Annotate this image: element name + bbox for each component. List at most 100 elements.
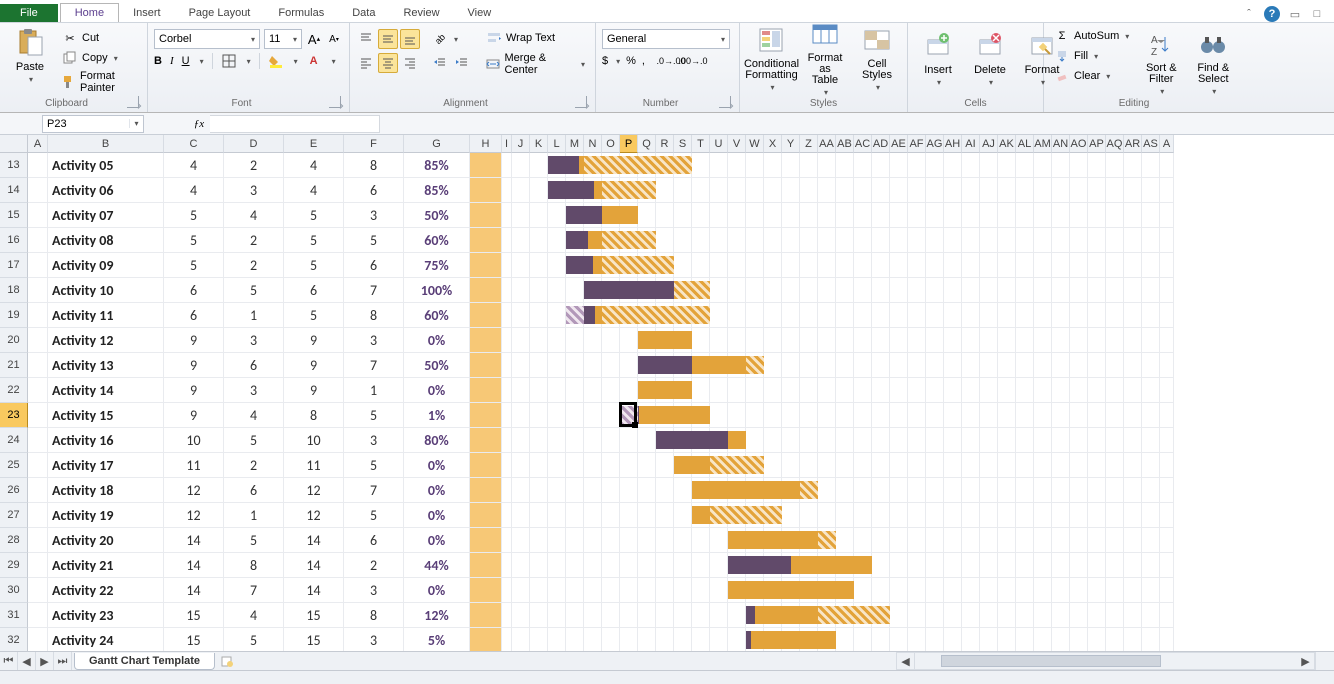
cell-U29[interactable] [710,553,728,578]
cell-AM29[interactable] [1034,553,1052,578]
paste-button[interactable]: Paste▾ [6,25,54,86]
cell-F17[interactable]: 6 [344,253,404,278]
cell-N20[interactable] [584,328,602,353]
cell-G20[interactable]: 0% [404,328,470,353]
align-bottom-button[interactable] [400,29,420,49]
cell-AS20[interactable] [1142,328,1160,353]
tab-review[interactable]: Review [389,4,453,22]
cell-AH13[interactable] [944,153,962,178]
cell-AS22[interactable] [1142,378,1160,403]
cell-AH32[interactable] [944,628,962,653]
cell-D20[interactable]: 3 [224,328,284,353]
col-header-AH[interactable]: AH [944,135,962,153]
cell-G31[interactable]: 12% [404,603,470,628]
cell-B29[interactable]: Activity 21 [48,553,164,578]
cell-AN23[interactable] [1052,403,1070,428]
alignment-launcher[interactable] [575,96,587,108]
cell-E14[interactable]: 4 [284,178,344,203]
col-header-D[interactable]: D [224,135,284,153]
cell-AL26[interactable] [1016,478,1034,503]
cell-AE22[interactable] [890,378,908,403]
cell-P28[interactable] [620,528,638,553]
font-color-icon[interactable]: A [306,53,322,69]
cell-A16[interactable] [28,228,48,253]
cell-A 24[interactable] [1160,428,1174,453]
cell-AP17[interactable] [1088,253,1106,278]
cell-P32[interactable] [620,628,638,653]
cell-AC19[interactable] [854,303,872,328]
cell-D25[interactable]: 2 [224,453,284,478]
row-header-29[interactable]: 29 [0,553,28,578]
cell-AM14[interactable] [1034,178,1052,203]
cell-AB20[interactable] [836,328,854,353]
comma-button[interactable]: , [642,55,645,67]
cell-I31[interactable] [502,603,512,628]
cell-S28[interactable] [674,528,692,553]
cell-A17[interactable] [28,253,48,278]
cell-H16[interactable] [470,228,502,253]
cell-AR32[interactable] [1124,628,1142,653]
cell-B31[interactable]: Activity 23 [48,603,164,628]
cell-G13[interactable]: 85% [404,153,470,178]
cell-Z16[interactable] [800,228,818,253]
cell-AA18[interactable] [818,278,836,303]
cell-X24[interactable] [764,428,782,453]
cell-P25[interactable] [620,453,638,478]
cell-Q31[interactable] [638,603,656,628]
cell-V14[interactable] [728,178,746,203]
cell-AF23[interactable] [908,403,926,428]
cell-H19[interactable] [470,303,502,328]
cell-AF21[interactable] [908,353,926,378]
cell-C24[interactable]: 10 [164,428,224,453]
cell-A 25[interactable] [1160,453,1174,478]
cell-AQ27[interactable] [1106,503,1124,528]
cell-AN15[interactable] [1052,203,1070,228]
cell-D16[interactable]: 2 [224,228,284,253]
col-header-O[interactable]: O [602,135,620,153]
cell-AJ31[interactable] [980,603,998,628]
cell-AB26[interactable] [836,478,854,503]
cell-B26[interactable]: Activity 18 [48,478,164,503]
cell-AF18[interactable] [908,278,926,303]
cell-AJ13[interactable] [980,153,998,178]
cell-O29[interactable] [602,553,620,578]
cell-C31[interactable]: 15 [164,603,224,628]
cell-AI30[interactable] [962,578,980,603]
cell-AA16[interactable] [818,228,836,253]
align-top-button[interactable] [356,29,376,49]
cell-A 18[interactable] [1160,278,1174,303]
cell-K20[interactable] [530,328,548,353]
cell-G32[interactable]: 5% [404,628,470,653]
cell-AP32[interactable] [1088,628,1106,653]
cell-N31[interactable] [584,603,602,628]
cell-AK19[interactable] [998,303,1016,328]
cell-AF19[interactable] [908,303,926,328]
cell-C25[interactable]: 11 [164,453,224,478]
cell-AR26[interactable] [1124,478,1142,503]
cell-K23[interactable] [530,403,548,428]
align-left-button[interactable] [356,53,376,73]
cell-M28[interactable] [566,528,584,553]
cell-A 27[interactable] [1160,503,1174,528]
cell-R25[interactable] [656,453,674,478]
cell-T16[interactable] [692,228,710,253]
cell-Y14[interactable] [782,178,800,203]
cell-AL19[interactable] [1016,303,1034,328]
cell-A 30[interactable] [1160,578,1174,603]
cell-AC30[interactable] [854,578,872,603]
cell-AE15[interactable] [890,203,908,228]
cell-AE31[interactable] [890,603,908,628]
cell-AB27[interactable] [836,503,854,528]
cell-AM20[interactable] [1034,328,1052,353]
cell-AP23[interactable] [1088,403,1106,428]
cell-F24[interactable]: 3 [344,428,404,453]
col-header-N[interactable]: N [584,135,602,153]
cell-AS23[interactable] [1142,403,1160,428]
col-header-AD[interactable]: AD [872,135,890,153]
cell-O25[interactable] [602,453,620,478]
cell-N30[interactable] [584,578,602,603]
autosum-button[interactable]: ΣAutoSum▾ [1050,27,1133,45]
cell-C20[interactable]: 9 [164,328,224,353]
cell-E13[interactable]: 4 [284,153,344,178]
cell-G25[interactable]: 0% [404,453,470,478]
